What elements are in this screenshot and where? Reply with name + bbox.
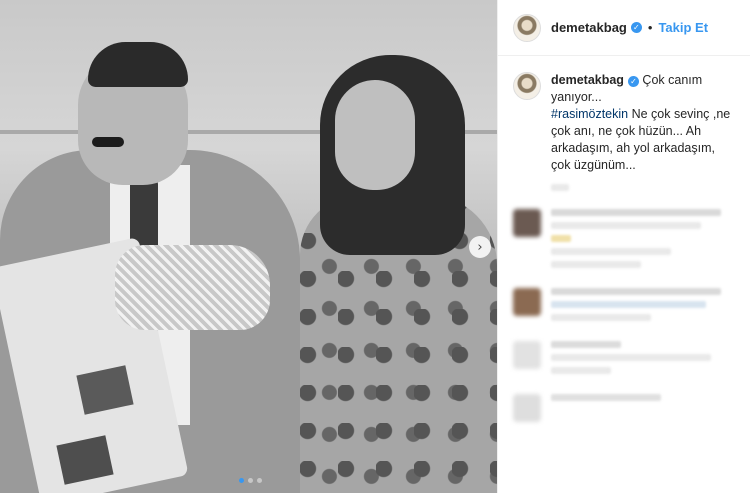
comment-avatar[interactable]: [513, 394, 541, 422]
comment-item: [513, 288, 740, 327]
caption-hashtag[interactable]: #rasimöztekin: [551, 107, 628, 121]
photo-net-bundle: [115, 245, 270, 330]
carousel-dot: [257, 478, 262, 483]
carousel-dot: [248, 478, 253, 483]
follow-button[interactable]: Takip Et: [658, 20, 708, 35]
post-caption: demetakbag ✓ Çok canım yanıyor... #rasimö…: [498, 56, 750, 174]
comment-body-blurred: [551, 341, 740, 380]
comment-item: [513, 341, 740, 380]
caption-text: demetakbag ✓ Çok canım yanıyor... #rasimö…: [551, 72, 736, 174]
post-photo[interactable]: ›: [0, 0, 497, 493]
verified-badge-icon: ✓: [630, 22, 642, 33]
photo-woman-face: [335, 80, 415, 190]
post-header: demetakbag ✓ • Takip Et: [498, 0, 750, 56]
photo-man-hair: [88, 42, 188, 87]
comment-avatar[interactable]: [513, 288, 541, 316]
header-username[interactable]: demetakbag: [551, 20, 627, 35]
comment-avatar[interactable]: [513, 341, 541, 369]
comment-body-blurred: [551, 209, 740, 274]
comment-item: [513, 394, 740, 422]
avatar[interactable]: [513, 13, 541, 42]
chevron-right-icon[interactable]: ›: [469, 236, 491, 258]
carousel-dots: [239, 478, 262, 483]
separator-bullet: •: [647, 20, 653, 35]
post-side-panel: demetakbag ✓ • Takip Et demetakbag ✓ Çok …: [497, 0, 750, 493]
caption-timestamp-blurred: [551, 184, 569, 191]
comment-body-blurred: [551, 288, 740, 327]
comment-avatar[interactable]: [513, 209, 541, 237]
caption-username[interactable]: demetakbag: [551, 73, 624, 87]
comments-list: [498, 209, 750, 422]
comment-body-blurred: [551, 394, 740, 422]
verified-badge-icon: ✓: [627, 76, 639, 87]
avatar[interactable]: [513, 72, 541, 100]
carousel-dot-active: [239, 478, 244, 483]
photo-man-mustache: [92, 137, 124, 147]
comment-item: [513, 209, 740, 274]
